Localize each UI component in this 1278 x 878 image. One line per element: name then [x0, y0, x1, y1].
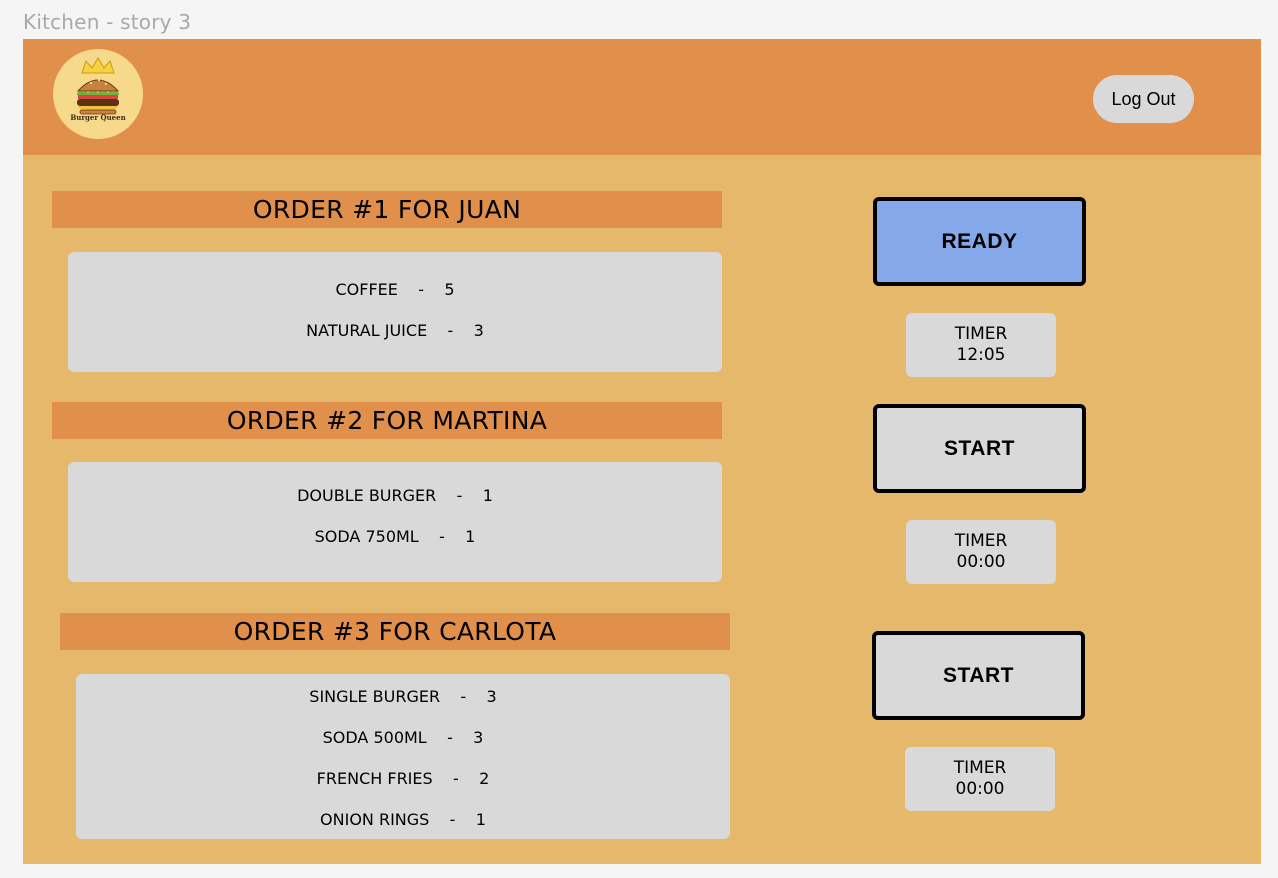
order-1-ready-button[interactable]: READY — [873, 197, 1086, 286]
order-1-item-1: COFFEE - 5 — [335, 280, 455, 299]
timer-label: TIMER — [954, 531, 1008, 551]
order-2-item-2: SODA 750ML - 1 — [314, 527, 476, 546]
burger-crown-icon — [76, 57, 120, 115]
header-bar: Burger Queen Log Out — [23, 39, 1261, 155]
order-1-title: ORDER #1 FOR JUAN — [52, 191, 722, 228]
timer-value: 00:00 — [955, 779, 1005, 799]
order-3-title: ORDER #3 FOR CARLOTA — [60, 613, 730, 650]
logout-button[interactable]: Log Out — [1093, 75, 1194, 123]
order-2-item-1: DOUBLE BURGER - 1 — [297, 486, 493, 505]
order-1-item-2: NATURAL JUICE - 3 — [306, 321, 484, 340]
order-2-start-button[interactable]: START — [873, 404, 1086, 493]
order-3-timer: TIMER 00:00 — [905, 747, 1055, 811]
timer-label: TIMER — [953, 758, 1007, 778]
order-2-title: ORDER #2 FOR MARTINA — [52, 402, 722, 439]
order-3-start-button[interactable]: START — [872, 631, 1085, 720]
order-3-item-3: FRENCH FRIES - 2 — [316, 769, 490, 788]
order-1-timer: TIMER 12:05 — [906, 313, 1056, 377]
timer-value: 12:05 — [956, 345, 1006, 365]
burger-queen-logo: Burger Queen — [53, 49, 143, 139]
order-3-item-2: SODA 500ML - 3 — [322, 728, 484, 747]
order-2-timer: TIMER 00:00 — [906, 520, 1056, 584]
timer-label: TIMER — [954, 324, 1008, 344]
order-3-items: SINGLE BURGER - 3 SODA 500ML - 3 FRENCH … — [76, 674, 730, 839]
timer-value: 00:00 — [956, 552, 1006, 572]
order-3-item-4: ONION RINGS - 1 — [320, 810, 486, 829]
logo-text: Burger Queen — [70, 113, 126, 122]
order-2-items: DOUBLE BURGER - 1 SODA 750ML - 1 — [68, 462, 722, 582]
frame-title: Kitchen - story 3 — [23, 10, 192, 34]
order-3-item-1: SINGLE BURGER - 3 — [309, 687, 497, 706]
order-1-items: COFFEE - 5 NATURAL JUICE - 3 — [68, 252, 722, 372]
kitchen-screen: Burger Queen Log Out ORDER #1 FOR JUAN C… — [23, 39, 1261, 864]
